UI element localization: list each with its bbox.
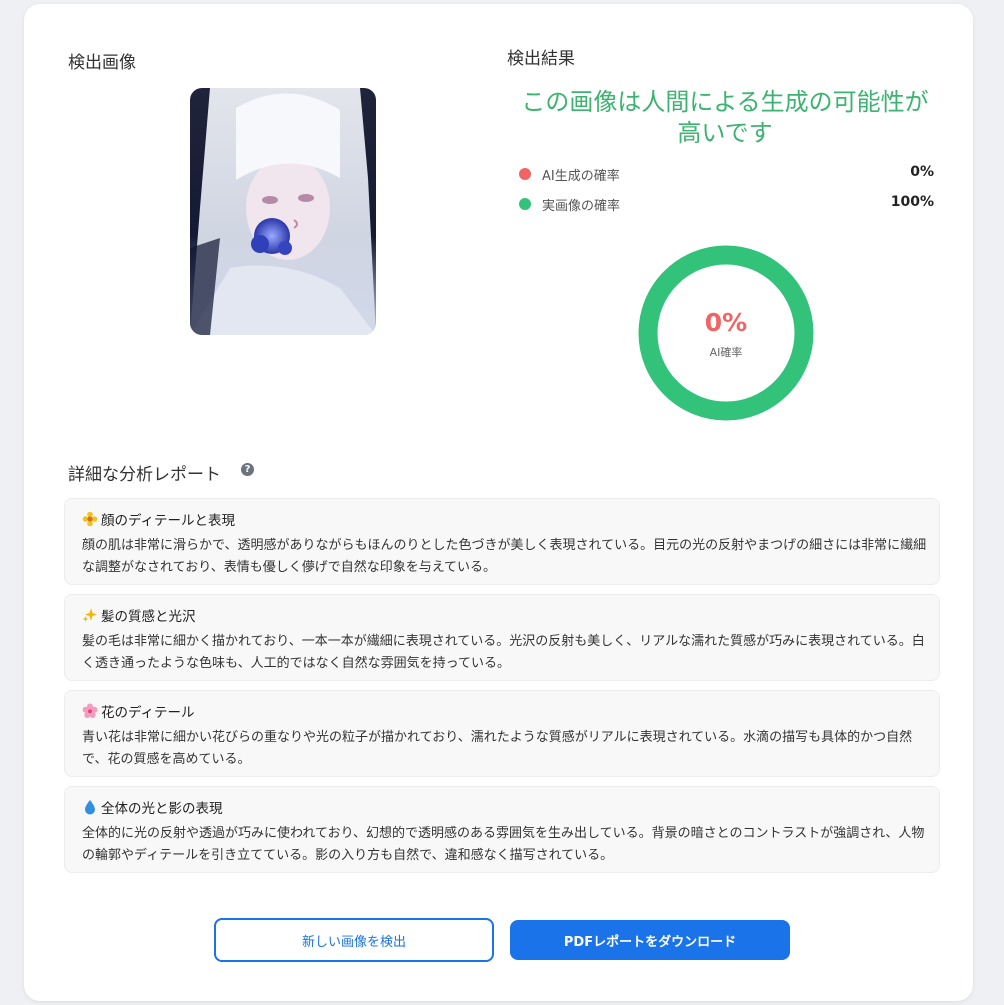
gauge-caption: AI確率 (709, 346, 743, 359)
ai-legend-dot (519, 168, 531, 180)
report-item-light-shadow: 全体の光と影の表現 全体的に光の反射や透過が巧みに使われており、幻想的で透明感の… (64, 786, 940, 873)
report-item-body: 髪の毛は非常に細かく描かれており、一本一本が繊細に表現されている。光沢の反射も美… (82, 634, 925, 671)
result-card: 検出画像 検出結果 この画像は人間による生成の可能性が高いです AI生成の確率 … (24, 4, 973, 1001)
report-item-flower: 花のディテール 青い花は非常に細かい花びらの重なりや光の粒子が描かれており、濡れ… (64, 690, 940, 777)
report-item-body: 顔の肌は非常に滑らかで、透明感がありながらもほんのりとした色づきが美しく表現され… (82, 538, 927, 575)
ai-probability-value: 0% (910, 164, 934, 180)
detect-result-heading: 検出結果 (507, 49, 575, 69)
report-item-hair: 髪の質感と光沢 髪の毛は非常に細かく描かれており、一本一本が繊細に表現されている… (64, 594, 940, 681)
new-detect-button[interactable]: 新しい画像を検出 (214, 918, 494, 962)
verdict-text: この画像は人間による生成の可能性が高いです (521, 88, 929, 147)
report-item-body: 青い花は非常に細かい花びらの重なりや光の粒子が描かれており、濡れたような質感がリ… (82, 730, 913, 767)
report-item-title: 髪の質感と光沢 (101, 609, 196, 625)
cherry-blossom-icon (82, 703, 98, 718)
report-item-title: 花のディテール (101, 705, 195, 721)
sparkles-icon (82, 608, 97, 622)
real-probability-row: 実画像の確率 100% (519, 194, 934, 214)
ai-probability-label: AI生成の確率 (542, 169, 620, 184)
report-item-face: 顔のディテールと表現 顔の肌は非常に滑らかで、透明感がありながらもほんのりとした… (64, 498, 940, 585)
sparkle-flower-icon (82, 511, 98, 527)
detect-image-heading: 検出画像 (68, 53, 136, 73)
ai-probability-row: AI生成の確率 0% (519, 164, 934, 184)
real-probability-label: 実画像の確率 (542, 199, 621, 214)
report-item-body: 全体的に光の反射や透過が巧みに使われており、幻想的で透明感のある雰囲気を生み出し… (82, 826, 925, 863)
gauge-percent: 0% (704, 308, 748, 337)
help-icon[interactable]: ? (241, 463, 254, 476)
real-probability-value: 100% (890, 194, 934, 210)
droplet-icon (85, 800, 95, 815)
real-legend-dot (519, 198, 531, 210)
detected-image (190, 88, 376, 335)
download-pdf-button[interactable]: PDFレポートをダウンロード (510, 920, 790, 960)
report-title: 詳細な分析レポート (68, 465, 221, 485)
report-item-title: 顔のディテールと表現 (101, 513, 236, 529)
report-item-title: 全体の光と影の表現 (101, 801, 223, 817)
